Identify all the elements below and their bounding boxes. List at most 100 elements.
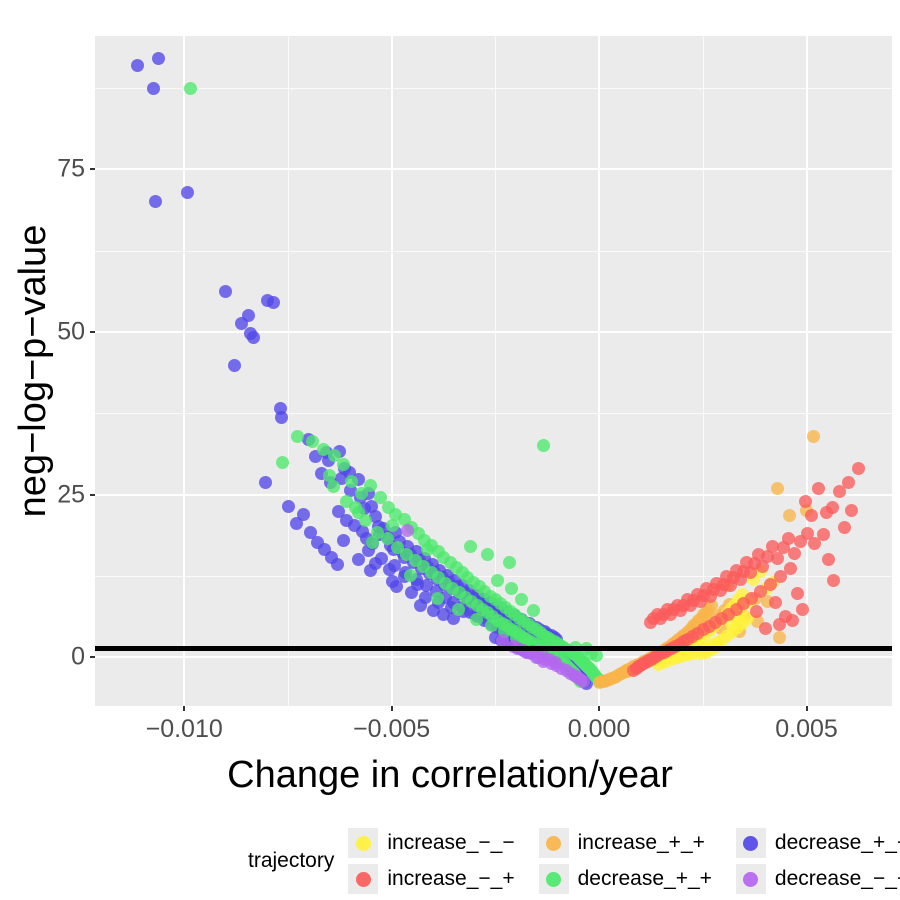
data-point <box>490 573 504 587</box>
data-point <box>799 494 813 508</box>
data-point <box>337 533 351 547</box>
x-tick-label: 0.005 <box>775 715 838 743</box>
x-tick-mark <box>805 706 808 711</box>
data-point <box>819 506 833 520</box>
legend-dot-icon <box>546 835 562 851</box>
gridline-horizontal <box>95 493 892 496</box>
legend-dot-icon <box>743 835 759 851</box>
data-point <box>806 429 820 443</box>
data-point <box>322 468 336 482</box>
gridline-horizontal <box>95 250 892 252</box>
legend-item: decrease_−_− <box>735 864 900 894</box>
data-point <box>463 540 477 554</box>
data-point <box>227 359 241 373</box>
legend-dot-icon <box>546 871 562 887</box>
data-point <box>266 296 280 310</box>
y-axis-title: neg−log−p−value <box>12 224 54 518</box>
legend-entries: increase_−_− increase_−_+ increase_+_+ decr… <box>348 828 900 894</box>
legend-label: increase_+_+ <box>577 831 705 854</box>
legend-title: trajectory <box>248 849 335 872</box>
data-point <box>274 411 288 425</box>
data-point <box>782 508 796 522</box>
gridline-horizontal <box>95 656 892 659</box>
legend-label: increase_−_+ <box>387 867 515 890</box>
y-tick-label: 25 <box>57 480 85 509</box>
plot-panel <box>95 36 892 706</box>
legend-item: increase_+_+ <box>538 828 712 858</box>
data-point <box>297 508 311 522</box>
data-point <box>276 455 290 469</box>
volcano-plot-figure: −0.010 −0.005 0.000 0.005 0 25 50 75 Change in… <box>0 0 900 900</box>
legend-key-swatch <box>348 828 379 858</box>
x-tick-mark <box>390 706 393 711</box>
data-point <box>241 309 255 323</box>
data-point <box>291 429 305 443</box>
x-tick-mark <box>183 706 186 711</box>
data-point <box>833 485 847 499</box>
gridline-vertical <box>183 36 186 706</box>
data-point <box>503 555 517 569</box>
data-point <box>576 674 590 688</box>
gridline-vertical <box>287 36 289 706</box>
legend-label: increase_−_− <box>387 831 515 854</box>
data-point <box>247 330 261 344</box>
y-tick-label: 50 <box>57 317 85 346</box>
data-point <box>351 553 365 567</box>
data-point <box>537 654 551 668</box>
x-tick-label: 0.000 <box>567 715 631 743</box>
data-point <box>130 58 144 72</box>
y-tick-mark <box>90 656 95 659</box>
data-point <box>258 476 272 490</box>
legend-item: decrease_+_− <box>735 828 900 858</box>
legend-key-swatch <box>538 828 569 858</box>
data-point <box>282 500 296 514</box>
gridline-horizontal <box>95 168 892 171</box>
data-point <box>536 439 550 453</box>
data-point <box>838 520 852 534</box>
data-point <box>770 481 784 495</box>
legend-label: decrease_−_− <box>774 867 900 890</box>
data-point <box>480 547 494 561</box>
data-point <box>149 195 163 209</box>
significance-threshold-line <box>95 646 892 652</box>
data-point <box>375 551 389 565</box>
x-tick-mark <box>598 706 601 711</box>
data-point <box>403 568 417 582</box>
gridline-vertical <box>390 36 393 706</box>
legend-item: decrease_+_+ <box>538 864 712 894</box>
data-point <box>812 481 826 495</box>
legend-item: increase_−_+ <box>348 864 515 894</box>
data-point <box>405 586 419 600</box>
data-point <box>430 592 444 606</box>
data-point <box>759 622 773 636</box>
legend-key-swatch <box>735 864 766 894</box>
data-point <box>183 81 197 95</box>
data-point <box>345 475 359 489</box>
x-axis-title: Change in correlation/year <box>227 754 673 796</box>
data-point <box>151 52 165 66</box>
data-point <box>768 596 782 610</box>
legend-label: decrease_+_− <box>774 831 900 854</box>
data-point <box>827 573 841 587</box>
data-point <box>773 631 787 645</box>
data-point <box>219 285 233 299</box>
data-point <box>844 503 858 517</box>
data-point <box>805 508 818 522</box>
legend: trajectory increase_−_− increase_−_+ incre… <box>248 828 900 894</box>
data-point <box>515 593 529 607</box>
data-point <box>590 649 604 663</box>
data-point <box>785 614 799 628</box>
data-point <box>331 558 345 572</box>
legend-key-swatch <box>538 864 569 894</box>
y-tick-label: 0 <box>71 642 85 671</box>
data-point <box>400 523 414 537</box>
gridline-vertical <box>598 36 601 706</box>
data-point <box>527 603 541 617</box>
y-tick-mark <box>90 168 95 171</box>
y-tick-mark <box>90 493 95 496</box>
data-point <box>146 81 160 95</box>
legend-key-swatch <box>735 828 766 858</box>
data-point <box>772 618 786 632</box>
gridline-horizontal <box>95 330 892 333</box>
data-point <box>795 602 809 616</box>
